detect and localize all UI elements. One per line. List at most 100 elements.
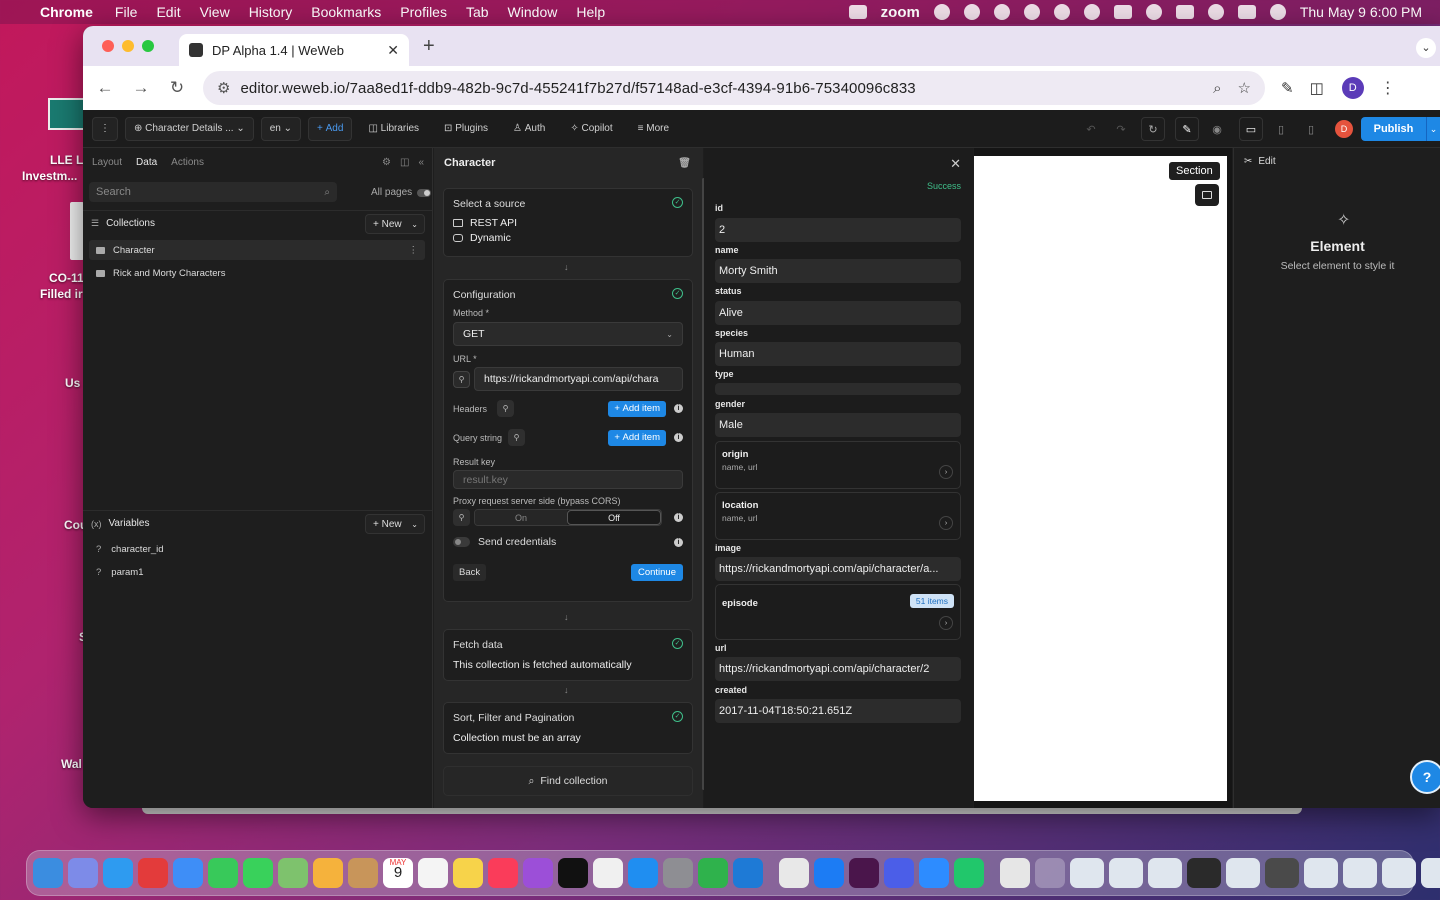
send-credentials-switch[interactable] [453,537,470,547]
edit-mode-icon[interactable]: ✎ [1175,117,1199,141]
chrome-icon[interactable] [779,858,809,888]
settings-icon[interactable]: ⚙ [382,157,391,168]
episode-array[interactable]: episode 51 items › [715,584,961,640]
publish-button[interactable]: Publish [1361,117,1426,141]
document-icon[interactable] [1000,858,1030,888]
url-input[interactable]: https://rickandmortyapi.com/api/chara [474,367,683,391]
all-pages-switch[interactable] [417,188,432,197]
app-store-icon[interactable] [628,858,658,888]
tablet-view-icon[interactable]: ▯ [1269,117,1293,141]
method-select[interactable]: GET ⌄ [453,322,683,346]
close-window-button[interactable] [102,40,114,52]
collection-options-icon[interactable]: ⋮ [409,245,419,256]
k-app-icon[interactable] [848,5,867,19]
info-icon[interactable]: i [674,537,683,547]
info-icon[interactable]: i [674,513,683,522]
maximize-window-button[interactable] [142,40,154,52]
menu-tab[interactable]: Tab [466,4,489,20]
page-selector[interactable]: ⊕ Character Details ... ⌄ [125,116,254,141]
zoom-icon[interactable] [919,858,949,888]
minimize-window-button[interactable] [122,40,134,52]
desktop-label[interactable]: Us [65,376,80,390]
field-value[interactable]: Human [715,342,961,366]
proxy-off-option[interactable]: Off [567,510,661,525]
mail-icon[interactable] [173,858,203,888]
site-settings-icon[interactable]: ⚙ [217,79,230,97]
publish-options-chevron-icon[interactable]: ⌄ [1426,117,1440,141]
menu-edit[interactable]: Edit [156,4,180,20]
vscode-icon[interactable] [733,858,763,888]
proxy-segmented-control[interactable]: On Off [474,509,662,526]
desktop-view-icon[interactable]: ▭ [1239,117,1263,141]
query-add-item-button[interactable]: + Add item [608,429,666,446]
desktop-label[interactable]: Investm... [22,169,77,183]
collection-item-character[interactable]: Character ⋮ [89,240,425,260]
podcasts-icon[interactable] [523,858,553,888]
tab-actions[interactable]: Actions [171,157,204,168]
window-thumbnail[interactable] [1109,858,1143,888]
origin-object[interactable]: origin name, url › [715,441,961,489]
window-thumbnail[interactable] [1421,858,1440,888]
siri-icon[interactable] [1269,4,1286,20]
wifi-icon[interactable] [1145,4,1162,20]
delete-trash-icon[interactable]: 🗑 [678,158,691,169]
field-value[interactable]: Morty Smith [715,259,961,283]
field-value[interactable]: 2 [715,218,961,242]
back-arrow-icon[interactable]: ← [87,78,123,98]
help-question-icon[interactable] [1035,858,1065,888]
sort-filter-card[interactable]: Sort, Filter and Pagination ✓ Collection… [443,702,693,754]
facetime-icon[interactable] [208,858,238,888]
browser-menu-icon[interactable]: ⋮ [1380,78,1396,98]
menu-file[interactable]: File [115,4,138,20]
apple-tv-icon[interactable] [558,858,588,888]
zoom-status[interactable]: zoom [881,4,920,21]
messenger-icon[interactable] [1053,4,1070,20]
menu-help[interactable]: Help [576,4,605,20]
window-thumbnail[interactable] [1148,858,1182,888]
menu-profiles[interactable]: Profiles [400,4,447,20]
messenger-icon[interactable] [814,858,844,888]
variable-item[interactable]: ? param1 [96,567,144,578]
help-chat-icon[interactable]: ? [1410,760,1440,794]
mobile-view-icon[interactable]: ▯ [1299,117,1323,141]
extension-pin-icon[interactable]: ✎ [1281,79,1294,97]
app-icon[interactable] [698,858,728,888]
undo-icon[interactable]: ↶ [1079,117,1103,141]
menu-history[interactable]: History [249,4,293,20]
tab-search-chevron-icon[interactable]: ⌄ [1416,38,1436,58]
fetch-data-card[interactable]: Fetch data ✓ This collection is fetched … [443,629,693,681]
source-card[interactable]: Select a source ✓ REST API Dynamic [443,188,693,257]
tray-sync-icon[interactable] [963,4,980,20]
grammarly-icon[interactable] [1023,4,1040,20]
copilot-button[interactable]: ✧ Copilot [561,117,621,141]
tray-app-icon[interactable] [933,4,950,20]
back-button[interactable]: Back [453,564,487,581]
k-app-icon[interactable] [954,858,984,888]
desktop-file-thumbnail[interactable] [48,98,86,130]
preview-eye-icon[interactable]: ◉ [1205,117,1229,141]
reminders-icon[interactable] [418,858,448,888]
libraries-button[interactable]: ◫ Libraries [359,117,428,141]
maps-icon[interactable] [278,858,308,888]
extensions-puzzle-icon[interactable]: ◫ [1310,79,1324,97]
result-key-input[interactable]: result.key [453,470,683,489]
safari-icon[interactable] [103,858,133,888]
window-thumbnail[interactable] [1382,858,1416,888]
refresh-data-icon[interactable]: ↻ [1141,117,1165,141]
window-thumbnail[interactable] [1343,858,1377,888]
window-thumbnail[interactable] [1265,858,1299,888]
notes-icon[interactable] [453,858,483,888]
info-icon[interactable]: i [674,433,683,442]
bookmark-star-icon[interactable]: ☆ [1238,79,1251,97]
launchpad-icon[interactable] [68,858,98,888]
bind-plug-icon[interactable]: ⚲ [453,370,470,388]
field-value[interactable]: https://rickandmortyapi.com/api/characte… [715,657,961,681]
menu-window[interactable]: Window [508,4,558,20]
close-tab-icon[interactable]: ✕ [387,42,399,59]
tab-data[interactable]: Data [136,157,157,168]
notification-icon[interactable] [993,4,1010,20]
page-canvas[interactable] [974,156,1227,801]
omnibox[interactable]: ⚙ editor.weweb.io/7aa8ed1f-ddb9-482b-9c7… [203,71,1265,105]
desktop-label[interactable]: Filled ir [40,287,83,301]
new-collection-button[interactable]: + New ⌄ [365,214,425,234]
